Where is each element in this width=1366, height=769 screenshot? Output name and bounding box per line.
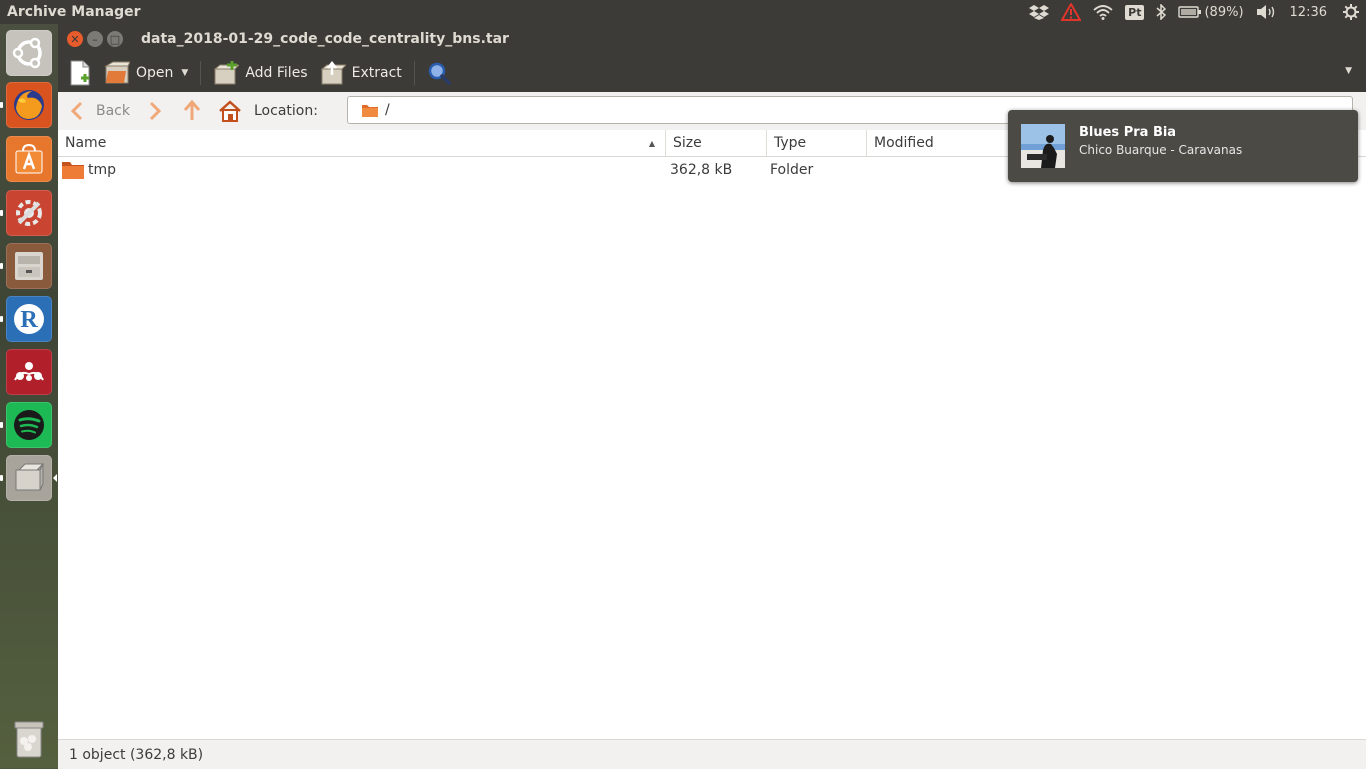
open-label: Open (136, 65, 174, 81)
forward-arrow-icon (149, 101, 162, 121)
bluetooth-icon[interactable] (1156, 4, 1167, 20)
running-indicator (0, 316, 3, 322)
window-title: data_2018-01-29_code_code_centrality_bns… (141, 31, 509, 47)
home-icon (219, 100, 241, 122)
new-archive-icon (70, 60, 90, 86)
column-modified-label: Modified (874, 135, 934, 151)
column-header-name[interactable]: Name ▲ (58, 130, 666, 156)
add-files-label: Add Files (245, 65, 308, 81)
back-button[interactable]: Back (70, 101, 130, 121)
window-maximize-button[interactable]: □ (107, 31, 123, 47)
archive-manager-icon[interactable] (6, 455, 52, 501)
album-art-image (1021, 124, 1065, 168)
ubuntu-dash-icon[interactable] (6, 30, 52, 76)
keyboard-layout-label: Pt (1125, 4, 1145, 20)
open-archive-icon (104, 61, 130, 84)
folder-icon (362, 105, 378, 117)
column-header-type[interactable]: Type (767, 130, 867, 156)
settings-gear-icon[interactable] (1343, 4, 1359, 20)
music-notification: Blues Pra Bia Chico Buarque - Caravanas (1008, 110, 1358, 182)
running-indicator (0, 210, 3, 216)
add-files-button[interactable]: Add Files (207, 58, 313, 88)
trash-icon[interactable] (6, 716, 52, 762)
running-indicator (0, 475, 3, 481)
clock[interactable]: 12:36 (1290, 5, 1327, 20)
back-label: Back (96, 103, 130, 119)
dropbox-icon[interactable] (1029, 4, 1050, 20)
column-type-label: Type (774, 135, 807, 151)
row-name-cell: tmp (61, 157, 116, 183)
active-app-title: Archive Manager (7, 4, 141, 20)
location-path: / (385, 102, 390, 118)
file-cabinet-icon[interactable] (6, 243, 52, 289)
running-indicator (0, 102, 3, 108)
column-header-size[interactable]: Size (666, 130, 767, 156)
window-close-button[interactable]: ✕ (67, 31, 83, 47)
notification-title: Blues Pra Bia (1079, 125, 1177, 140)
status-text: 1 object (362,8 kB) (69, 746, 204, 763)
row-type-cell: Folder (770, 162, 814, 178)
window-minimize-button[interactable]: – (87, 31, 103, 47)
spotify-icon[interactable] (6, 402, 52, 448)
keyboard-layout-icon[interactable]: Pt (1125, 4, 1145, 20)
firefox-icon[interactable] (6, 82, 52, 128)
new-archive-button[interactable] (62, 58, 98, 88)
find-button[interactable] (421, 58, 457, 88)
home-button[interactable] (218, 100, 242, 122)
warning-icon[interactable] (1061, 3, 1082, 21)
search-icon (428, 62, 451, 85)
column-size-label: Size (673, 135, 702, 151)
r-language-icon[interactable]: R (6, 296, 52, 342)
running-indicator (0, 263, 3, 269)
back-arrow-icon (70, 101, 83, 121)
add-files-icon (213, 61, 240, 85)
up-button[interactable] (182, 100, 202, 122)
status-bar: 1 object (362,8 kB) (58, 739, 1366, 769)
battery-icon[interactable] (1178, 5, 1202, 19)
window-titlebar[interactable]: ✕ – □ data_2018-01-29_code_code_centrali… (58, 24, 1366, 54)
open-dropdown-arrow[interactable]: ▼ (181, 68, 188, 78)
file-list: Name ▲ Size Type Modified tmp 362,8 kB F… (58, 130, 1366, 739)
extract-icon (320, 61, 346, 85)
mendeley-icon[interactable] (6, 349, 52, 395)
launcher: R (0, 24, 58, 768)
volume-icon[interactable] (1256, 4, 1278, 20)
extract-label: Extract (351, 65, 402, 81)
open-button[interactable]: Open ▼ (98, 58, 194, 88)
folder-icon (62, 162, 84, 179)
wifi-icon[interactable] (1093, 4, 1113, 20)
up-arrow-icon (183, 100, 201, 120)
toolbar-separator (413, 61, 415, 85)
sort-ascending-icon: ▲ (648, 138, 655, 148)
running-indicator (0, 422, 3, 428)
battery-percentage: (89%) (1204, 4, 1244, 20)
software-center-icon[interactable] (6, 136, 52, 182)
location-label: Location: (254, 103, 318, 119)
top-panel: Archive Manager Pt (89%) 12:36 (0, 0, 1366, 24)
forward-button[interactable] (148, 101, 162, 121)
toolbar-separator (200, 61, 202, 85)
row-name: tmp (88, 162, 117, 178)
svg-text:R: R (20, 307, 38, 333)
toolbar: Open ▼ Add Files Extract ▼ (58, 54, 1366, 92)
toolbar-overflow-arrow[interactable]: ▼ (1345, 66, 1352, 76)
column-name-label: Name (65, 135, 107, 151)
system-settings-icon[interactable] (6, 190, 52, 236)
notification-body: Chico Buarque - Caravanas (1079, 143, 1243, 157)
row-size-cell: 362,8 kB (670, 162, 733, 178)
active-indicator (53, 474, 57, 482)
extract-button[interactable]: Extract (314, 58, 408, 88)
indicator-area: Pt (89%) 12:36 (1029, 0, 1366, 24)
